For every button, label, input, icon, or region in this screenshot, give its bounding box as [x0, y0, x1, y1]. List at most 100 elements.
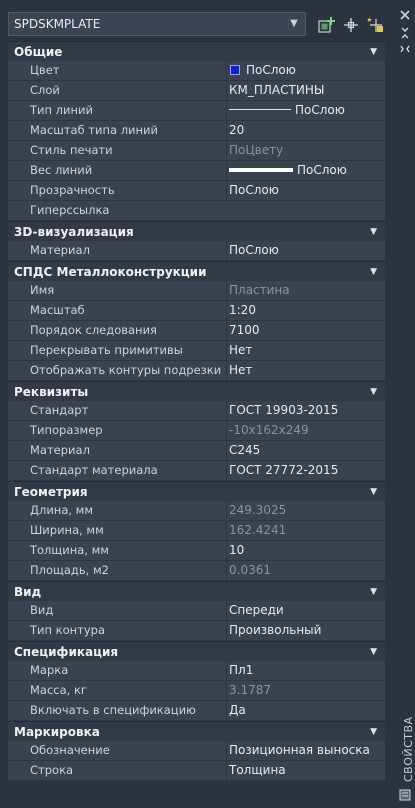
property-row[interactable]: Масштаб 1:20	[8, 301, 385, 321]
toggle-pickadd-icon[interactable]	[317, 15, 337, 35]
property-value[interactable]: 20	[226, 121, 385, 140]
section-title: 3D-визуализация	[14, 225, 134, 239]
property-value[interactable]: Нет	[226, 341, 385, 360]
property-name: Тип линий	[30, 103, 93, 117]
property-row[interactable]: Тип контура Произвольный	[8, 621, 385, 641]
section-header[interactable]: Маркировка ▼	[8, 721, 385, 741]
property-row[interactable]: Типоразмер -10x162x249	[8, 421, 385, 441]
property-value[interactable]: 10	[226, 541, 385, 560]
property-value[interactable]: Нет	[226, 361, 385, 380]
object-type-dropdown[interactable]: SPDSKMPLATE ▼	[8, 12, 306, 36]
property-value[interactable]: Позиционная выноска	[226, 741, 385, 760]
row-gutter	[8, 661, 24, 680]
collapse-icon[interactable]: ▼	[370, 42, 377, 62]
property-row[interactable]: Стандарт материала ГОСТ 27772-2015	[8, 461, 385, 481]
property-row[interactable]: Материал ПоСлою	[8, 241, 385, 261]
property-row[interactable]: Порядок следования 7100	[8, 321, 385, 341]
close-icon[interactable]	[398, 8, 412, 22]
section-header[interactable]: СПДС Металлоконструкции ▼	[8, 261, 385, 281]
property-value[interactable]: 249.3025	[226, 501, 385, 520]
property-row[interactable]: Слой КМ_ПЛАСТИНЫ	[8, 81, 385, 101]
section-header[interactable]: Реквизиты ▼	[8, 381, 385, 401]
property-value-text: ПоЦвету	[229, 143, 284, 157]
property-row[interactable]: Вид Спереди	[8, 601, 385, 621]
property-name: Имя	[30, 283, 55, 297]
property-name: Длина, мм	[30, 503, 94, 517]
property-value-text: ПоСлою	[297, 163, 347, 177]
chevron-down-icon[interactable]: ▼	[287, 16, 301, 32]
property-value[interactable]: Да	[226, 701, 385, 720]
palette-icon[interactable]	[398, 788, 412, 802]
property-row[interactable]: Обозначение Позиционная выноска	[8, 741, 385, 761]
property-value[interactable]: Спереди	[226, 601, 385, 620]
property-value[interactable]: ПоЦвету	[226, 141, 385, 160]
property-name: Масштаб	[30, 303, 85, 317]
property-value[interactable]: -10x162x249	[226, 421, 385, 440]
property-row[interactable]: Длина, мм 249.3025	[8, 501, 385, 521]
section-header[interactable]: 3D-визуализация ▼	[8, 221, 385, 241]
palette-toolbar: SPDSKMPLATE ▼	[8, 12, 385, 38]
property-row[interactable]: Включать в спецификацию Да	[8, 701, 385, 721]
quick-select-icon[interactable]	[365, 15, 385, 35]
select-objects-icon[interactable]	[341, 15, 361, 35]
property-value[interactable]: ПоСлою	[226, 101, 385, 120]
property-row[interactable]: Гиперссылка	[8, 201, 385, 221]
section-title: Общие	[14, 45, 63, 59]
section-header[interactable]: Общие ▼	[8, 41, 385, 61]
property-row[interactable]: Вес линий ПоСлою	[8, 161, 385, 181]
property-value[interactable]: Толщина	[226, 761, 385, 780]
property-value[interactable]: 3.1787	[226, 681, 385, 700]
property-row[interactable]: Масштаб типа линий 20	[8, 121, 385, 141]
collapse-icon[interactable]: ▼	[370, 222, 377, 242]
row-gutter	[8, 281, 24, 300]
property-value[interactable]: 0.0361	[226, 561, 385, 580]
property-row[interactable]: Стандарт ГОСТ 19903-2015	[8, 401, 385, 421]
property-value[interactable]: Пластина	[226, 281, 385, 300]
property-row[interactable]: Ширина, мм 162.4241	[8, 521, 385, 541]
property-value[interactable]: ГОСТ 27772-2015	[226, 461, 385, 480]
property-row[interactable]: Прозрачность ПоСлою	[8, 181, 385, 201]
property-row[interactable]: Строка Толщина	[8, 761, 385, 781]
properties-menu-icon[interactable]	[398, 42, 412, 56]
property-row[interactable]: Тип линий ПоСлою	[8, 101, 385, 121]
property-value[interactable]: 162.4241	[226, 521, 385, 540]
autohide-icon[interactable]	[398, 26, 412, 40]
property-value[interactable]: 1:20	[226, 301, 385, 320]
property-name: Тип контура	[30, 623, 106, 637]
property-value[interactable]: ГОСТ 19903-2015	[226, 401, 385, 420]
property-name: Материал	[30, 243, 90, 257]
property-row[interactable]: Толщина, мм 10	[8, 541, 385, 561]
palette-sidebar	[394, 0, 415, 808]
property-value-text: ГОСТ 27772-2015	[229, 463, 339, 477]
property-row[interactable]: Материал С245	[8, 441, 385, 461]
property-row[interactable]: Стиль печати ПоЦвету	[8, 141, 385, 161]
property-value[interactable]: КМ_ПЛАСТИНЫ	[226, 81, 385, 100]
collapse-icon[interactable]: ▼	[370, 262, 377, 282]
property-value[interactable]: Произвольный	[226, 621, 385, 640]
property-value[interactable]: 7100	[226, 321, 385, 340]
property-value[interactable]: ПоСлою	[226, 161, 385, 180]
section-header[interactable]: Вид ▼	[8, 581, 385, 601]
property-value[interactable]: ПоСлою	[226, 61, 385, 80]
property-row[interactable]: Отображать контуры подрезки Нет	[8, 361, 385, 381]
property-row[interactable]: Перекрывать примитивы Нет	[8, 341, 385, 361]
property-row[interactable]: Марка Пл1	[8, 661, 385, 681]
property-row[interactable]: Имя Пластина	[8, 281, 385, 301]
property-value[interactable]: Пл1	[226, 661, 385, 680]
collapse-icon[interactable]: ▼	[370, 482, 377, 502]
property-value[interactable]: ПоСлою	[226, 181, 385, 200]
property-row[interactable]: Площадь, м2 0.0361	[8, 561, 385, 581]
property-row[interactable]: Масса, кг 3.1787	[8, 681, 385, 701]
collapse-icon[interactable]: ▼	[370, 722, 377, 742]
property-row[interactable]: Цвет ПоСлою	[8, 61, 385, 81]
collapse-icon[interactable]: ▼	[370, 382, 377, 402]
properties-palette: SPDSKMPLATE ▼ Общие ▼ Цвет ПоСлою Слой КМ_ПЛА…	[8, 12, 385, 800]
property-value[interactable]: С245	[226, 441, 385, 460]
row-gutter	[8, 441, 24, 460]
collapse-icon[interactable]: ▼	[370, 642, 377, 662]
property-value[interactable]: ПоСлою	[226, 241, 385, 260]
section-header[interactable]: Спецификация ▼	[8, 641, 385, 661]
property-name: Площадь, м2	[30, 563, 109, 577]
section-header[interactable]: Геометрия ▼	[8, 481, 385, 501]
collapse-icon[interactable]: ▼	[370, 582, 377, 602]
